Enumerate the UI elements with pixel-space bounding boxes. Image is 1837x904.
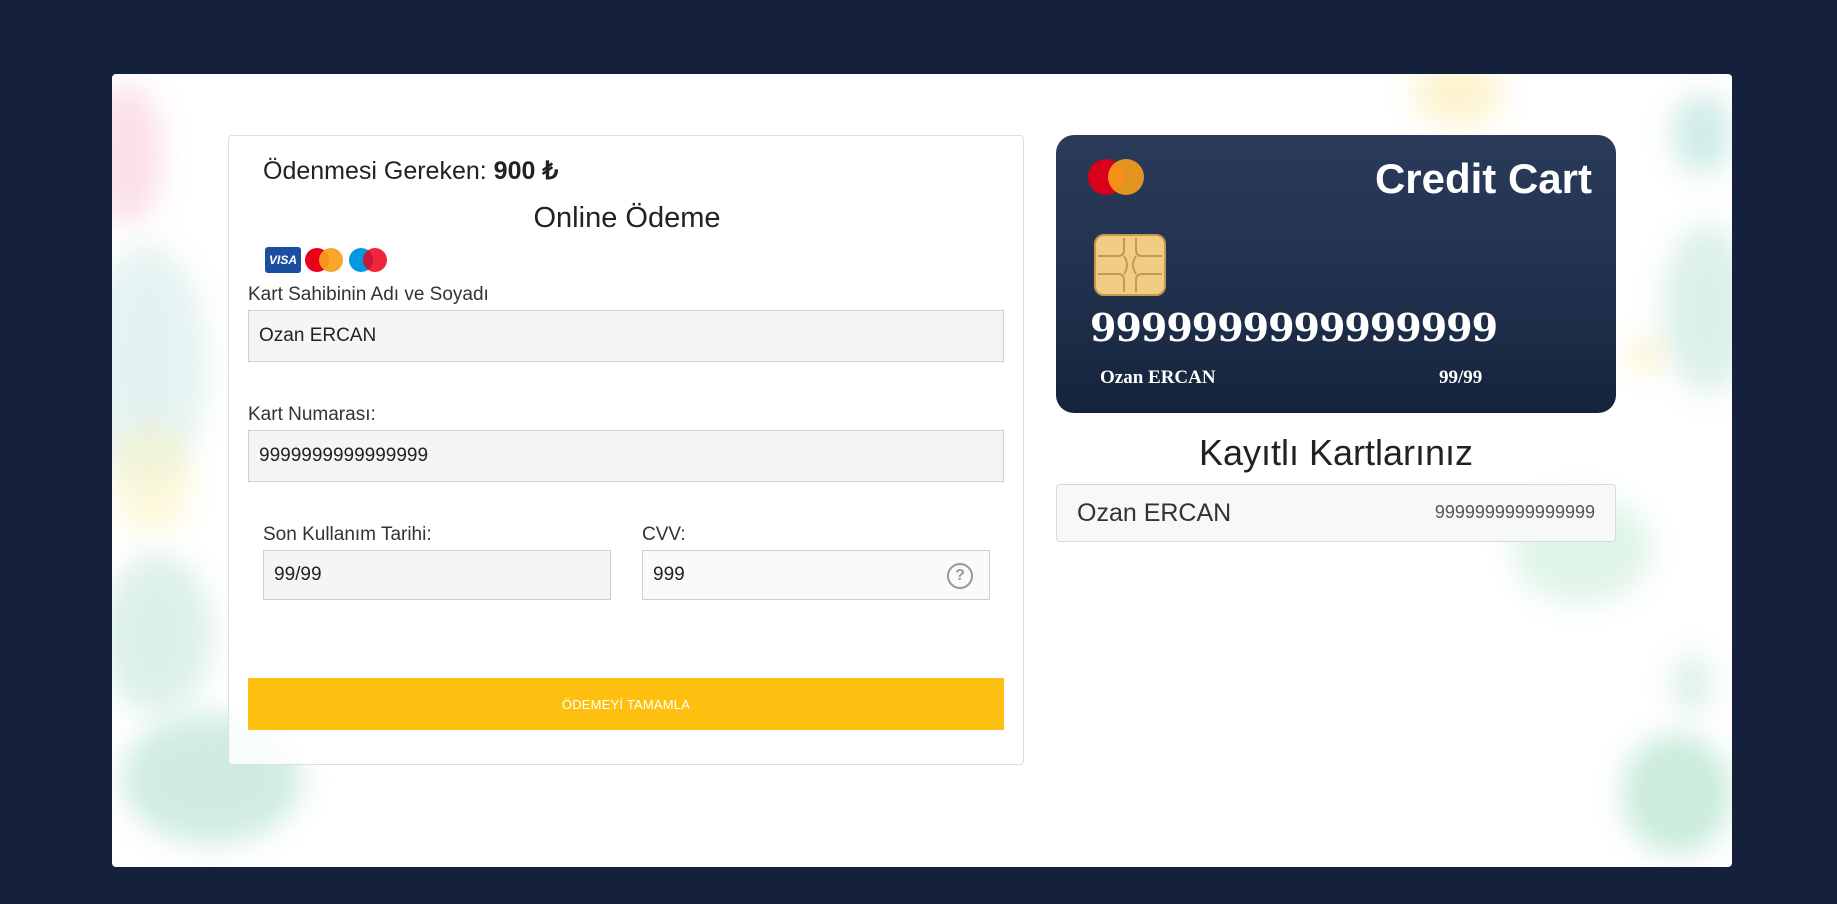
payment-form-card: Ödenmesi Gereken: 900 ₺ Online Ödeme VIS… [228,135,1024,765]
question-circle-icon[interactable]: ? [947,563,973,589]
expiry-input[interactable]: 99/99 [263,550,611,600]
card-number-input[interactable]: 9999999999999999 [248,430,1004,482]
watercolor-decoration [1622,734,1732,854]
card-number-label: Kart Numarası: [248,404,376,425]
cvv-label: CVV: [642,524,686,545]
amount-due: Ödenmesi Gereken: 900 ₺ [263,156,558,186]
card-title: Credit Cart [1374,155,1592,202]
holder-name-input[interactable]: Ozan ERCAN [248,310,1004,362]
credit-card-preview: Credit Cart 9999999999999999 Ozan ERCAN … [1056,135,1616,413]
page-title: Online Ödeme [533,202,721,234]
card-brand-icons: VISA [265,247,389,273]
card-number-display: 9999999999999999 [1090,305,1498,350]
watercolor-decoration [1672,654,1712,714]
expiry-label: Son Kullanım Tarihi: [263,524,432,545]
watercolor-decoration [1632,334,1662,374]
card-holder-display: Ozan ERCAN [1100,367,1216,388]
cvv-value: 999 [653,564,685,585]
saved-card-name: Ozan ERCAN [1077,499,1232,527]
mastercard-logo-icon [1088,157,1148,197]
saved-card-number: 9999999999999999 [1434,502,1595,522]
watercolor-decoration [1672,94,1732,174]
amount-label: Ödenmesi Gereken: [263,157,487,185]
holder-name-label: Kart Sahibinin Adı ve Soyadı [248,284,489,305]
amount-value: 900 ₺ [493,157,559,185]
maestro-icon [349,247,389,273]
saved-cards-title: Kayıtlı Kartlarınız [1198,432,1474,473]
watercolor-decoration [1412,74,1502,124]
watercolor-decoration [112,424,192,534]
watercolor-decoration [112,84,162,224]
complete-payment-button[interactable]: ÖDEMEYİ TAMAMLA [248,678,1004,730]
payment-page: Ödenmesi Gereken: 900 ₺ Online Ödeme VIS… [112,74,1732,867]
mastercard-icon [305,247,345,273]
card-expiry-display: 99/99 [1439,367,1483,388]
card-chip-icon [1094,234,1166,296]
watercolor-decoration [112,554,212,714]
visa-icon: VISA [265,247,301,273]
saved-card-item[interactable]: Ozan ERCAN 9999999999999999 [1056,484,1616,542]
cvv-input[interactable]: 999 ? [642,550,990,600]
watercolor-decoration [1662,224,1732,394]
